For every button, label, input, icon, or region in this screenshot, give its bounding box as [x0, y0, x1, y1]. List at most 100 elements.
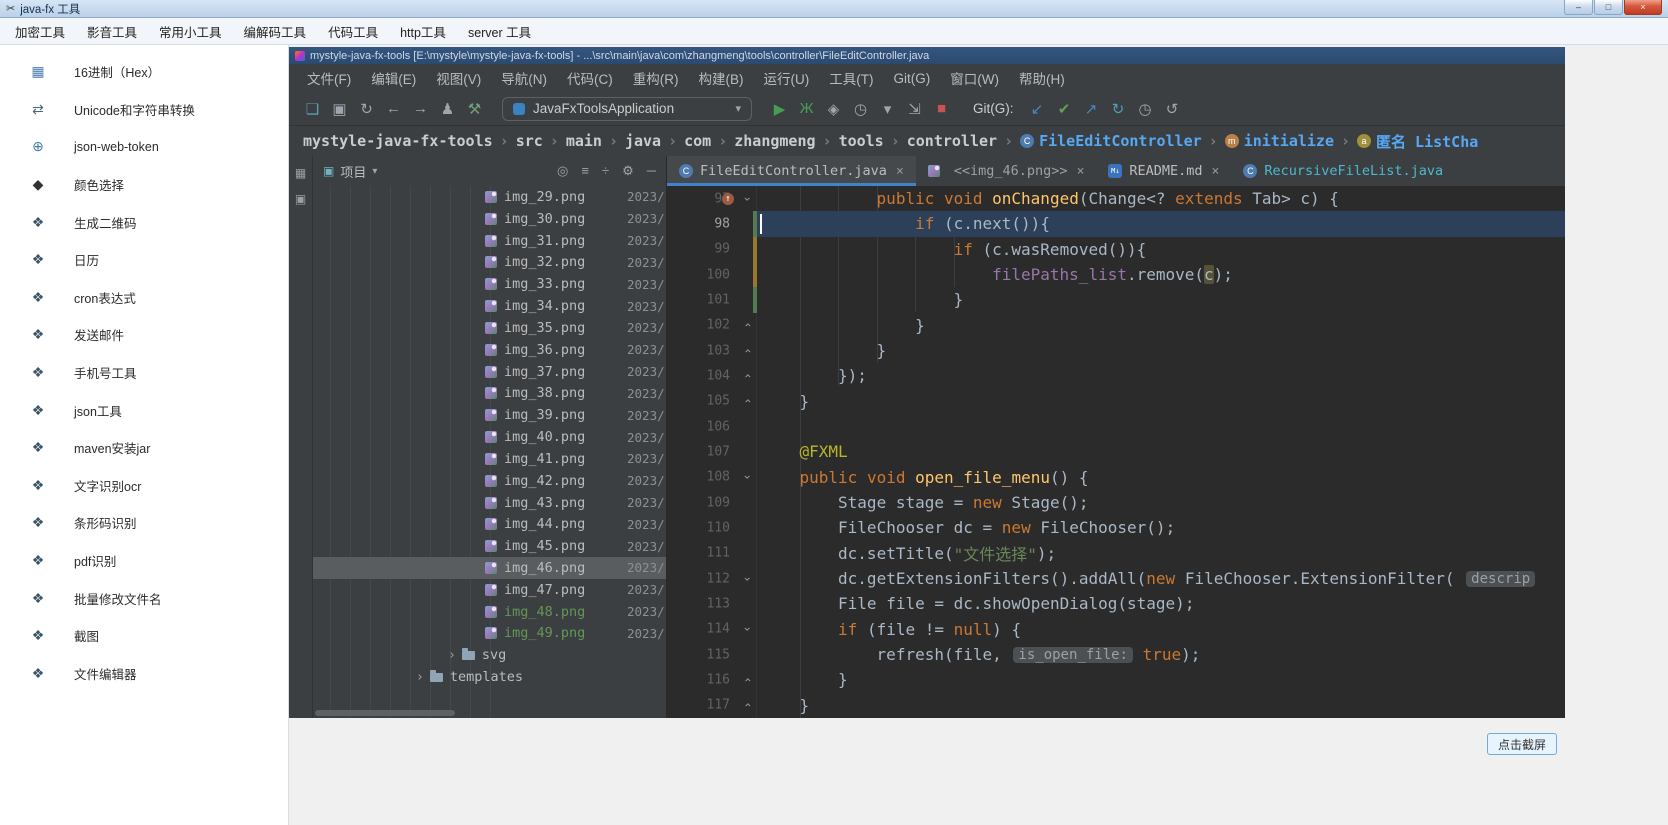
back-icon[interactable]: ←	[380, 100, 407, 117]
fold-down-icon[interactable]: ›	[740, 626, 754, 633]
fold-up-icon[interactable]: ›	[740, 372, 754, 379]
sidebar-item[interactable]: ❖maven安装jar	[0, 429, 288, 467]
fold-down-icon[interactable]: ›	[740, 195, 754, 202]
sync-icon[interactable]: ↻	[353, 100, 380, 118]
tree-row[interactable]: img_40.png2023/	[313, 426, 666, 448]
ide-menu-item[interactable]: 运行(U)	[754, 68, 820, 88]
chevron-down-icon[interactable]: ▾	[372, 166, 377, 177]
breadcrumb-segment[interactable]: mystyle-java-fx-tools	[303, 132, 493, 150]
editor-tab[interactable]: CFileEditController.java×	[667, 156, 916, 186]
sidebar-item[interactable]: ❖条形码识别	[0, 504, 288, 542]
override-marker-icon[interactable]: ↑	[722, 193, 734, 205]
tree-row[interactable]: img_38.png2023/	[313, 382, 666, 404]
tree-row[interactable]: img_35.png2023/	[313, 317, 666, 339]
ide-menu-item[interactable]: 视图(V)	[426, 68, 491, 88]
debug-bug-icon[interactable]: Ж	[793, 100, 820, 117]
profiler-icon[interactable]: ◷	[847, 100, 874, 118]
minimize-button[interactable]: –	[1564, 0, 1593, 15]
editor-tab[interactable]: CRecursiveFileList.java	[1231, 156, 1455, 186]
ide-menu-item[interactable]: 窗口(W)	[940, 68, 1009, 88]
sidebar-item[interactable]: ❖手机号工具	[0, 354, 288, 392]
settings-icon[interactable]: ⚙	[622, 163, 634, 179]
commit-stripe-icon[interactable]: ▣	[295, 192, 306, 206]
app-menu-item[interactable]: server 工具	[457, 22, 542, 41]
tree-row[interactable]: ›templates	[313, 666, 666, 688]
app-menu-item[interactable]: 影音工具	[76, 22, 148, 41]
screenshot-button[interactable]: 点击截屏	[1487, 733, 1557, 755]
fold-down-icon[interactable]: ›	[740, 575, 754, 582]
tree-row[interactable]: img_49.png2023/	[313, 623, 666, 645]
user-icon[interactable]: ♟	[434, 100, 461, 118]
sidebar-item[interactable]: ❖截图	[0, 617, 288, 655]
tree-row[interactable]: img_47.png2023/	[313, 579, 666, 601]
rollback-icon[interactable]: ↺	[1159, 100, 1186, 118]
expand-all-icon[interactable]: ≡	[581, 163, 589, 179]
tree-row[interactable]: img_32.png2023/	[313, 251, 666, 273]
tree-row[interactable]: img_46.png2023/	[313, 557, 666, 579]
attach-icon[interactable]: ⇲	[901, 100, 928, 118]
breadcrumb-segment[interactable]: controller	[907, 132, 997, 150]
breadcrumb-segment[interactable]: minitialize	[1225, 132, 1334, 150]
hide-icon[interactable]: ─	[647, 163, 656, 179]
close-icon[interactable]: ×	[1212, 164, 1220, 179]
fold-up-icon[interactable]: ›	[740, 398, 754, 405]
coverage-icon[interactable]: ◈	[820, 100, 847, 118]
tree-row[interactable]: img_39.png2023/	[313, 404, 666, 426]
close-icon[interactable]: ×	[1077, 164, 1085, 179]
ide-menu-item[interactable]: 编辑(E)	[361, 68, 426, 88]
ide-menu-item[interactable]: 构建(B)	[689, 68, 754, 88]
tree-row[interactable]: img_45.png2023/	[313, 535, 666, 557]
tree-row[interactable]: img_48.png2023/	[313, 601, 666, 623]
fold-up-icon[interactable]: ›	[740, 702, 754, 709]
breadcrumb-segment[interactable]: zhangmeng	[734, 132, 815, 150]
sidebar-item[interactable]: ◆颜色选择	[0, 166, 288, 204]
sidebar-item[interactable]: ⇄Unicode和字符串转换	[0, 91, 288, 129]
breadcrumb-segment[interactable]: a匿名 ListCha	[1357, 131, 1478, 152]
fold-up-icon[interactable]: ›	[740, 322, 754, 329]
project-stripe-icon[interactable]: ▦	[295, 166, 306, 180]
ide-menu-item[interactable]: 导航(N)	[491, 68, 557, 88]
sidebar-item[interactable]: ❖生成二维码	[0, 203, 288, 241]
forward-icon[interactable]: →	[407, 100, 434, 117]
editor[interactable]: 97↑›public void onChanged(Change<? exten…	[667, 186, 1565, 718]
sidebar-item[interactable]: ▦16进制（Hex）	[0, 53, 288, 91]
app-menu-item[interactable]: http工具	[389, 22, 457, 41]
sidebar-item[interactable]: ❖文字识别ocr	[0, 467, 288, 505]
close-icon[interactable]: ×	[896, 164, 904, 179]
tree-row[interactable]: img_30.png2023/	[313, 208, 666, 230]
sidebar-item[interactable]: ❖批量修改文件名	[0, 579, 288, 617]
breadcrumb-segment[interactable]: main	[566, 132, 602, 150]
tree-row[interactable]: img_43.png2023/	[313, 492, 666, 514]
stop-icon[interactable]: ■	[928, 100, 955, 117]
app-menu-item[interactable]: 编解码工具	[233, 22, 318, 41]
tree-row[interactable]: ›svg	[313, 644, 666, 666]
tree-row[interactable]: img_34.png2023/	[313, 295, 666, 317]
breadcrumb-segment[interactable]: src	[516, 132, 543, 150]
ide-menu-item[interactable]: 代码(C)	[557, 68, 623, 88]
fold-down-icon[interactable]: ›	[740, 474, 754, 481]
chevron-down-icon[interactable]: ▾	[874, 100, 901, 118]
sidebar-item[interactable]: ❖pdf识别	[0, 542, 288, 580]
close-button[interactable]: ×	[1624, 0, 1662, 15]
maximize-button[interactable]: □	[1594, 0, 1623, 15]
tree-row[interactable]: img_37.png2023/	[313, 361, 666, 383]
fold-up-icon[interactable]: ›	[740, 347, 754, 354]
sidebar-item[interactable]: ❖文件编辑器	[0, 655, 288, 693]
ide-menu-item[interactable]: 帮助(H)	[1009, 68, 1075, 88]
ide-menu-item[interactable]: 重构(R)	[623, 68, 689, 88]
app-menu-item[interactable]: 代码工具	[317, 22, 389, 41]
breadcrumb-segment[interactable]: tools	[839, 132, 884, 150]
sidebar-item[interactable]: ⊕json-web-token	[0, 128, 288, 166]
tree-row[interactable]: img_31.png2023/	[313, 230, 666, 252]
editor-tab[interactable]: M↓README.md×	[1096, 156, 1231, 186]
collapse-all-icon[interactable]: ÷	[602, 163, 609, 179]
tree-row[interactable]: img_33.png2023/	[313, 273, 666, 295]
project-header-title[interactable]: 项目	[340, 162, 366, 181]
sidebar-item[interactable]: ❖cron表达式	[0, 279, 288, 317]
app-menu-item[interactable]: 常用小工具	[148, 22, 233, 41]
locate-icon[interactable]: ◎	[557, 163, 568, 179]
ide-menu-item[interactable]: 工具(T)	[819, 68, 883, 88]
sidebar-item[interactable]: ❖发送邮件	[0, 316, 288, 354]
sidebar-item[interactable]: ❖json工具	[0, 391, 288, 429]
editor-tab[interactable]: <<img_46.png>>×	[916, 156, 1097, 186]
